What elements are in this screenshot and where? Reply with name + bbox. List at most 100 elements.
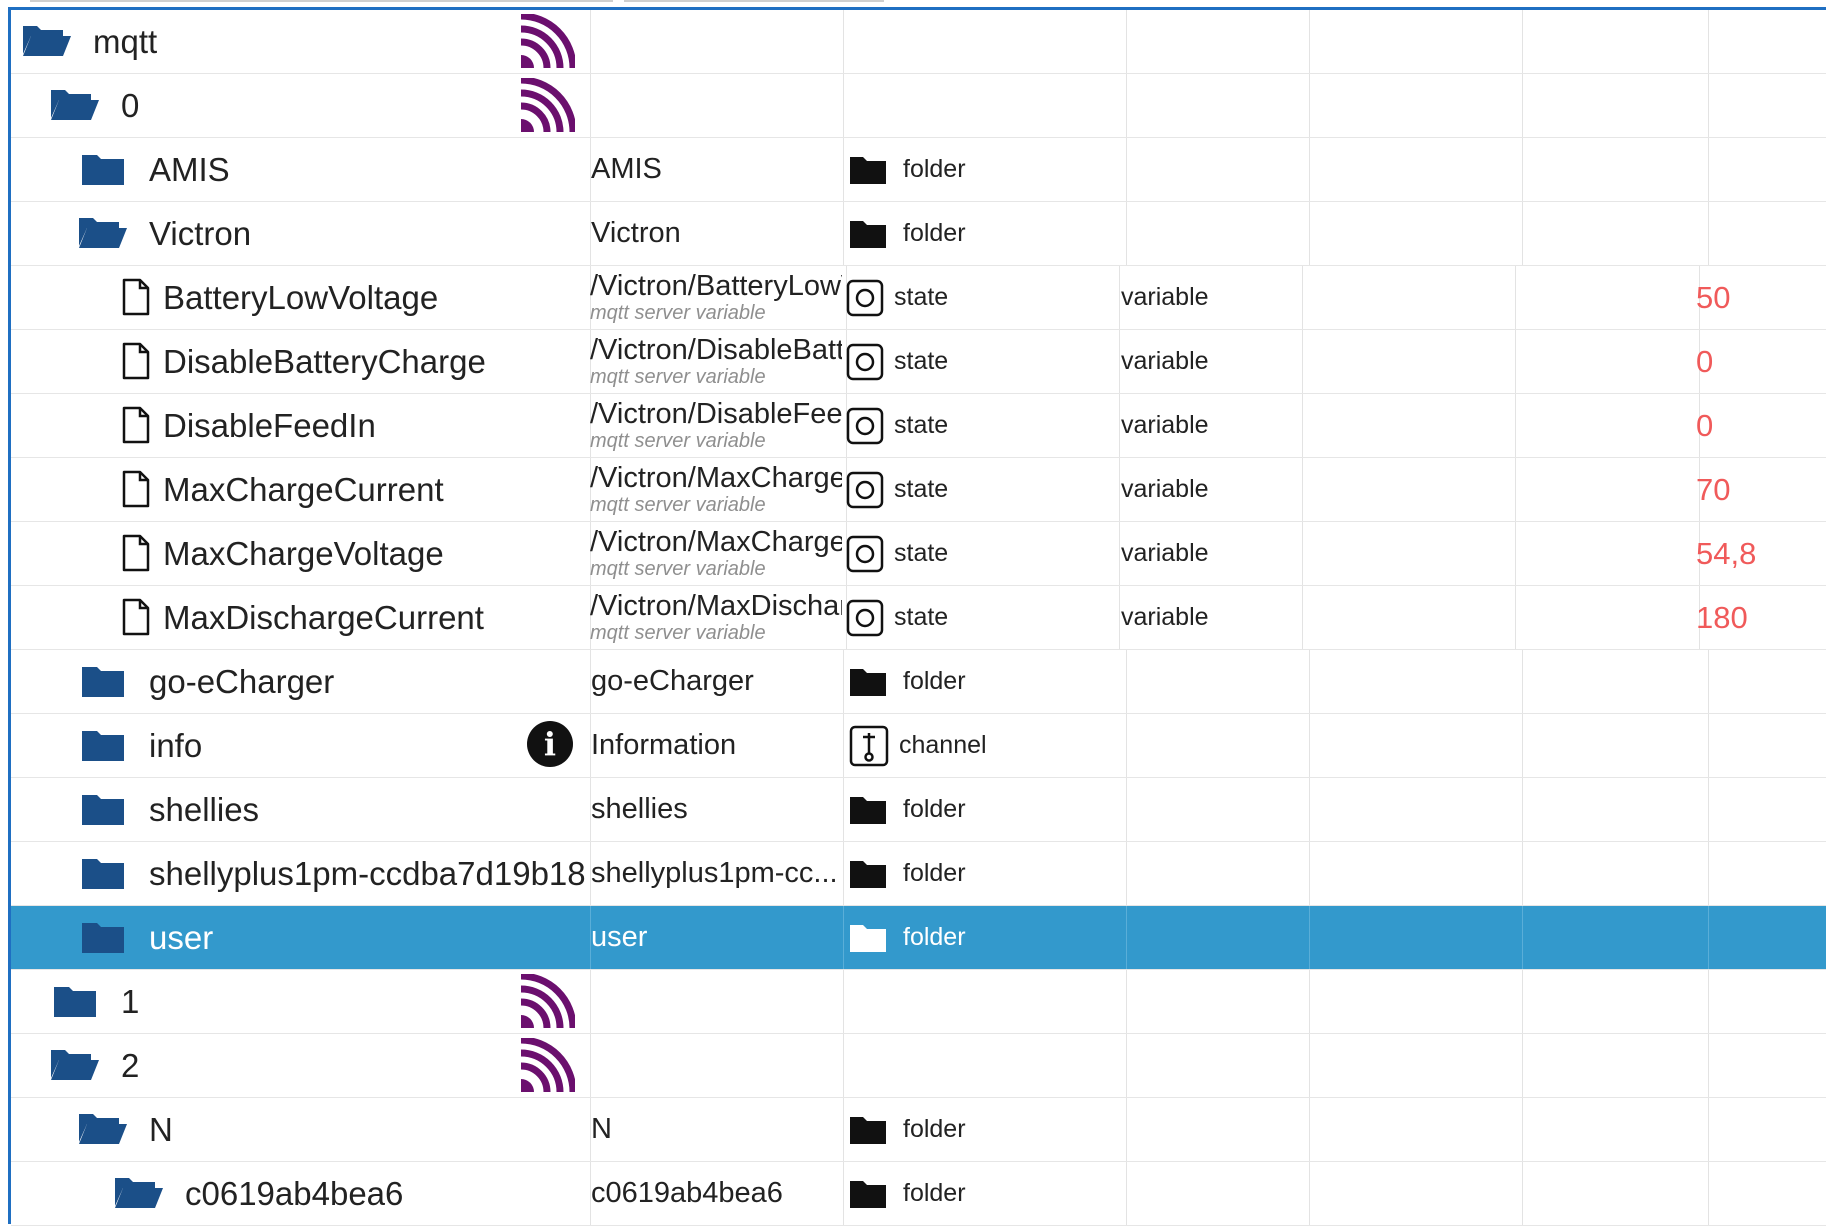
tree-row[interactable]: DisableFeedIn/Victron/DisableFeedInmqtt … <box>11 394 1826 458</box>
column-divider <box>1126 842 1127 905</box>
column-divider <box>1119 394 1120 457</box>
tree-item-name: Victron <box>149 214 252 252</box>
column-divider <box>1309 778 1310 841</box>
column-divider <box>843 10 844 73</box>
tree-row[interactable]: mqtt <box>11 10 1826 74</box>
mqtt-icon <box>519 1036 577 1094</box>
tree-item-name: DisableBatteryCharge <box>163 342 486 380</box>
column-divider <box>1522 778 1523 841</box>
value-cell[interactable]: 0 <box>1696 330 1816 393</box>
top-tab[interactable] <box>30 0 613 2</box>
folder-open-icon[interactable] <box>77 1110 129 1151</box>
tree-row[interactable]: MaxDischargeCurrent/Victron/MaxDischarge… <box>11 586 1826 650</box>
type-label: folder <box>903 859 966 887</box>
folder-open-icon[interactable] <box>21 22 73 63</box>
column-divider <box>1708 650 1709 713</box>
column-divider <box>843 970 844 1033</box>
column-divider <box>1522 138 1523 201</box>
name-cell[interactable]: shellies <box>591 778 843 841</box>
value-cell[interactable]: 180 <box>1696 586 1816 649</box>
tree-row[interactable]: info i Information channel <box>11 714 1826 778</box>
mqtt-icon <box>519 12 577 70</box>
tree-row[interactable]: N Nfolder <box>11 1098 1826 1162</box>
folder-closed-icon[interactable] <box>81 728 125 767</box>
tree-row[interactable]: 1 <box>11 970 1826 1034</box>
tree-row[interactable]: user user folder <box>11 906 1826 970</box>
name-cell[interactable]: Victron <box>591 202 843 265</box>
tree-item-name: DisableFeedIn <box>163 406 376 444</box>
folder-closed-icon[interactable] <box>81 856 125 895</box>
name-cell[interactable]: AMIS <box>591 138 843 201</box>
name-cell[interactable]: /Victron/BatteryLowVoltagemqtt server va… <box>590 266 842 329</box>
column-divider <box>1126 778 1127 841</box>
top-tab[interactable] <box>624 0 884 2</box>
folder-open-icon[interactable] <box>49 86 101 127</box>
name-cell[interactable]: Information <box>591 714 843 777</box>
type-cell: folder <box>843 202 1113 265</box>
file-icon <box>121 342 151 385</box>
folder-closed-icon[interactable] <box>81 792 125 831</box>
folder-closed-icon[interactable] <box>81 664 125 703</box>
folder-open-icon[interactable] <box>113 1174 165 1215</box>
mqtt-icon <box>519 972 577 1030</box>
name-cell[interactable]: /Victron/MaxChargeVoltagemqtt server var… <box>590 522 842 585</box>
column-divider <box>1708 714 1709 777</box>
folder-closed-icon[interactable] <box>53 984 97 1023</box>
type-label: folder <box>903 795 966 823</box>
name-cell[interactable]: /Victron/MaxChargeCurrentmqtt server var… <box>590 458 842 521</box>
column-divider <box>1309 10 1310 73</box>
name-cell[interactable]: c0619ab4bea6 <box>591 1162 843 1225</box>
state-id: /Victron/MaxChargeCurrent <box>590 461 842 494</box>
column-divider <box>1708 74 1709 137</box>
tree-row[interactable]: BatteryLowVoltage/Victron/BatteryLowVolt… <box>11 266 1826 330</box>
column-divider <box>1708 138 1709 201</box>
type-cell: state <box>840 266 1110 329</box>
state-description: mqtt server variable <box>590 365 766 388</box>
name-cell[interactable]: user <box>591 906 843 969</box>
column-divider <box>1309 650 1310 713</box>
tree-item-name: shellyplus1pm-ccdba7d19b18 <box>149 854 586 892</box>
mqtt-icon <box>519 76 577 134</box>
tree-row[interactable]: MaxChargeVoltage/Victron/MaxChargeVoltag… <box>11 522 1826 586</box>
column-divider <box>1126 1098 1127 1161</box>
name-cell[interactable]: /Victron/MaxDischargeCurrentmqtt server … <box>590 586 842 649</box>
name-cell[interactable]: /Victron/DisableBatteryChargemqtt server… <box>590 330 842 393</box>
channel-icon <box>849 725 899 767</box>
value-cell[interactable]: 70 <box>1696 458 1816 521</box>
folder-black-icon <box>849 859 903 889</box>
tree-row[interactable]: 0 <box>11 74 1826 138</box>
tree-item-name: AMIS <box>149 150 230 188</box>
tree-item-name: BatteryLowVoltage <box>163 278 439 316</box>
folder-open-icon[interactable] <box>49 1046 101 1087</box>
value-cell[interactable]: 54,8 <box>1696 522 1816 585</box>
column-divider <box>1522 202 1523 265</box>
tree-row[interactable]: 2 <box>11 1034 1826 1098</box>
name-cell[interactable]: go-eCharger <box>591 650 843 713</box>
tree-row[interactable]: shellyplus1pm-ccdba7d19b18 shellyplus1pm-… <box>11 842 1826 906</box>
tree-row[interactable]: Victron Victron folder <box>11 202 1826 266</box>
type-cell: state <box>840 330 1110 393</box>
value-cell[interactable]: 50 <box>1696 266 1816 329</box>
column-divider <box>1309 74 1310 137</box>
tree-row[interactable]: go-eCharger go-eCharger folder <box>11 650 1826 714</box>
tree-item-name: MaxChargeCurrent <box>163 470 444 508</box>
tree-row[interactable]: shellies shellies folder <box>11 778 1826 842</box>
folder-open-icon[interactable] <box>77 214 129 255</box>
folder-closed-icon[interactable] <box>81 920 125 959</box>
tree-row[interactable]: DisableBatteryCharge/Victron/DisableBatt… <box>11 330 1826 394</box>
type-label: folder <box>903 219 966 247</box>
column-divider <box>1309 1098 1310 1161</box>
value-cell[interactable]: 0 <box>1696 394 1816 457</box>
name-cell[interactable]: shellyplus1pm-cc... <box>591 842 843 905</box>
folder-closed-icon[interactable] <box>81 152 125 191</box>
tree-row[interactable]: MaxChargeCurrent/Victron/MaxChargeCurren… <box>11 458 1826 522</box>
column-divider <box>1708 1034 1709 1097</box>
tree-row[interactable]: c0619ab4bea6 c0619ab4bea6 folder <box>11 1162 1826 1226</box>
tree-row[interactable]: AMIS AMIS folder <box>11 138 1826 202</box>
column-divider <box>1515 394 1516 457</box>
tree-item-name: shellies <box>149 790 260 828</box>
tree-item-name: mqtt <box>93 22 158 60</box>
type-label: channel <box>899 731 987 759</box>
name-cell[interactable]: /Victron/DisableFeedInmqtt server variab… <box>590 394 842 457</box>
name-cell[interactable]: N <box>591 1098 843 1161</box>
